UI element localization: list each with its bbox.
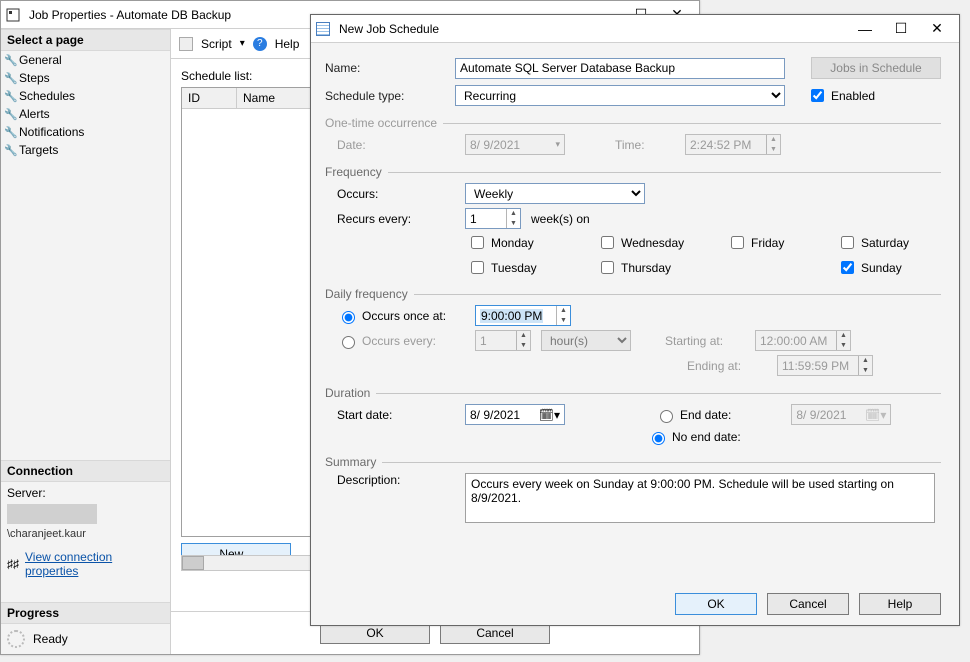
recurs-every-input[interactable]: 1 ▲▼ — [465, 208, 521, 229]
modal-close-button[interactable]: ✕ — [919, 15, 955, 43]
day-saturday[interactable]: Saturday — [837, 233, 937, 252]
enabled-checkbox[interactable]: Enabled — [807, 86, 875, 105]
occurs-once-radio[interactable]: Occurs once at: — [337, 308, 465, 324]
modal-title: New Job Schedule — [335, 22, 847, 36]
modal-maximize-button[interactable]: ☐ — [883, 15, 919, 43]
window-icon — [5, 7, 21, 23]
nav-notifications[interactable]: 🔧Notifications — [1, 123, 170, 141]
occurs-select[interactable]: Weekly — [465, 183, 645, 204]
progress-status: Ready — [33, 632, 68, 646]
start-date-input[interactable]: 8/ 9/2021 🗓▾ — [465, 404, 565, 425]
day-wednesday[interactable]: Wednesday — [597, 233, 717, 252]
server-label: Server: — [7, 486, 164, 500]
wrench-icon: 🔧 — [4, 108, 18, 121]
starting-at-input: 12:00:00 AM▲▼ — [755, 330, 851, 351]
col-id[interactable]: ID — [182, 88, 237, 108]
script-icon — [179, 37, 193, 51]
modal-help-button[interactable]: Help — [859, 593, 941, 615]
wrench-icon: 🔧 — [4, 90, 18, 103]
name-input[interactable] — [455, 58, 785, 79]
description-label: Description: — [337, 473, 455, 487]
help-button[interactable]: Help — [275, 37, 300, 51]
modal-ok-button[interactable]: OK — [675, 593, 757, 615]
recurs-label: Recurs every: — [337, 212, 455, 226]
enabled-checkbox-input[interactable] — [811, 89, 824, 102]
no-end-date-radio[interactable]: No end date: — [647, 429, 741, 445]
occurs-every-num: 1▲▼ — [475, 330, 531, 351]
view-connection-link[interactable]: View connection properties — [25, 550, 164, 578]
summary-header: Summary — [325, 455, 382, 469]
onetime-date-label: Date: — [337, 138, 455, 152]
connection-user: \charanjeet.kaur — [7, 528, 164, 540]
calendar-icon: 🗓▾ — [865, 408, 886, 422]
new-job-schedule-window: New Job Schedule — ☐ ✕ Name: Jobs in Sch… — [310, 14, 960, 626]
day-thursday[interactable]: Thursday — [597, 258, 717, 277]
modal-minimize-button[interactable]: — — [847, 15, 883, 43]
day-sunday[interactable]: Sunday — [837, 258, 937, 277]
nav-schedules[interactable]: 🔧Schedules — [1, 87, 170, 105]
chevron-down-icon: ▾ — [555, 139, 560, 150]
connection-icon: ♯♯ — [7, 557, 19, 571]
occurs-once-time-input[interactable]: 9:00:00 PM ▲▼ — [475, 305, 571, 326]
day-tuesday[interactable]: Tuesday — [467, 258, 587, 277]
schedule-type-select[interactable]: Recurring — [455, 85, 785, 106]
connection-header: Connection — [1, 460, 170, 482]
end-date-radio[interactable]: End date: — [655, 407, 731, 423]
modal-cancel-button[interactable]: Cancel — [767, 593, 849, 615]
jobs-in-schedule-button: Jobs in Schedule — [811, 57, 941, 79]
schedule-icon — [315, 21, 331, 37]
ending-at-label: Ending at: — [687, 359, 767, 373]
frequency-header: Frequency — [325, 165, 388, 179]
script-dropdown-icon[interactable]: ▾ — [240, 38, 245, 49]
occurs-label: Occurs: — [337, 187, 455, 201]
occurs-every-unit: hour(s) — [541, 330, 631, 351]
start-date-label: Start date: — [337, 408, 455, 422]
ending-at-input: 11:59:59 PM▲▼ — [777, 355, 873, 376]
onetime-time-input: 2:24:52 PM ▲▼ — [685, 134, 781, 155]
calendar-icon[interactable]: 🗓▾ — [539, 408, 560, 422]
schedule-type-label: Schedule type: — [325, 89, 455, 103]
day-friday[interactable]: Friday — [727, 233, 827, 252]
end-date-input: 8/ 9/2021 🗓▾ — [791, 404, 891, 425]
help-icon: ? — [253, 37, 267, 51]
script-button[interactable]: Script — [201, 37, 232, 51]
left-pane: Select a page 🔧General 🔧Steps 🔧Schedules… — [1, 29, 171, 654]
duration-header: Duration — [325, 386, 376, 400]
onetime-header: One-time occurrence — [325, 116, 443, 130]
select-page-header: Select a page — [1, 29, 170, 51]
nav-general[interactable]: 🔧General — [1, 51, 170, 69]
description-text[interactable] — [465, 473, 935, 523]
modal-titlebar[interactable]: New Job Schedule — ☐ ✕ — [311, 15, 959, 43]
onetime-time-label: Time: — [615, 138, 675, 152]
wrench-icon: 🔧 — [4, 126, 18, 139]
nav-alerts[interactable]: 🔧Alerts — [1, 105, 170, 123]
onetime-date-input: 8/ 9/2021 ▾ — [465, 134, 565, 155]
progress-header: Progress — [1, 602, 170, 624]
server-redacted — [7, 504, 97, 524]
starting-at-label: Starting at: — [665, 334, 745, 348]
wrench-icon: 🔧 — [4, 72, 18, 85]
name-label: Name: — [325, 61, 455, 75]
progress-spinner-icon — [7, 630, 25, 648]
weeks-on-label: week(s) on — [531, 212, 590, 226]
daily-header: Daily frequency — [325, 287, 414, 301]
nav-targets[interactable]: 🔧Targets — [1, 141, 170, 159]
wrench-icon: 🔧 — [4, 54, 18, 67]
occurs-every-radio[interactable]: Occurs every: — [337, 333, 465, 349]
wrench-icon: 🔧 — [4, 144, 18, 157]
nav-steps[interactable]: 🔧Steps — [1, 69, 170, 87]
day-monday[interactable]: Monday — [467, 233, 587, 252]
